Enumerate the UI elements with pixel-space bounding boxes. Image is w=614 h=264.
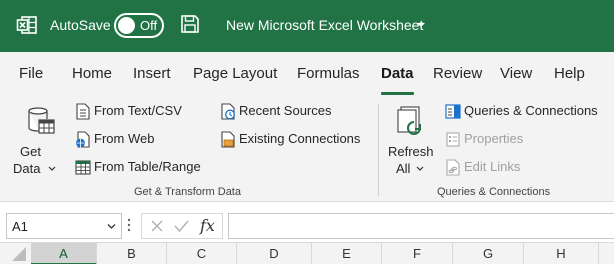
from-web-label: From Web [94, 131, 155, 146]
tab-review[interactable]: Review [433, 65, 482, 82]
properties-button[interactable]: Properties [445, 130, 545, 150]
from-table-range-button[interactable]: From Table/Range [75, 158, 205, 178]
column-header-f[interactable]: F [382, 243, 453, 264]
tab-home[interactable]: Home [72, 65, 112, 82]
chevron-down-icon [48, 166, 56, 171]
more-options-icon[interactable] [127, 216, 131, 234]
group-divider [378, 104, 379, 196]
edit-links-icon [446, 159, 460, 176]
from-text-csv-label: From Text/CSV [94, 103, 182, 118]
cancel-icon[interactable] [150, 219, 164, 233]
select-all-corner[interactable] [0, 243, 31, 264]
autosave-label: AutoSave [50, 17, 111, 33]
autosave-state: Off [140, 18, 158, 33]
tab-data[interactable]: Data [381, 65, 414, 82]
group-label-queries-connections: Queries & Connections [437, 186, 551, 198]
web-file-icon [76, 131, 90, 148]
column-header-a[interactable]: A [31, 243, 97, 264]
chevron-down-icon [416, 166, 424, 171]
formula-bar: A1 fx [0, 202, 614, 242]
text-file-icon [76, 103, 90, 120]
queries-panel-icon [445, 104, 461, 119]
column-header-b[interactable]: B [97, 243, 167, 264]
ribbon-data-panel: Get Data From Text/CSV From Web From Tab… [0, 98, 614, 202]
excel-logo-icon[interactable] [16, 14, 38, 36]
refresh-all-label-line1: Refresh [388, 144, 434, 159]
existing-connections-button[interactable]: Existing Connections [220, 130, 365, 150]
ribbon-tabs: File Home Insert Page Layout Formulas Da… [0, 52, 614, 98]
column-header-h[interactable]: H [524, 243, 599, 264]
tab-view[interactable]: View [500, 65, 532, 82]
chevron-down-icon[interactable] [417, 23, 425, 27]
formula-input[interactable] [228, 213, 614, 239]
column-header-e[interactable]: E [312, 243, 382, 264]
toggle-knob [118, 17, 135, 34]
from-text-csv-button[interactable]: From Text/CSV [75, 102, 190, 122]
autosave-toggle[interactable]: Off [114, 13, 164, 38]
name-box[interactable]: A1 [6, 213, 122, 239]
name-box-value: A1 [12, 219, 28, 234]
edit-links-label: Edit Links [464, 159, 521, 174]
tab-formulas[interactable]: Formulas [297, 65, 360, 82]
save-icon[interactable] [179, 13, 201, 35]
from-table-range-label: From Table/Range [94, 159, 201, 174]
recent-clock-icon [221, 103, 235, 120]
get-data-label-line1: Get [20, 144, 41, 159]
column-header-d[interactable]: D [237, 243, 312, 264]
group-label-get-transform: Get & Transform Data [134, 186, 241, 198]
column-headers: A B C D E F G H [0, 242, 614, 264]
refresh-all-button[interactable]: Refresh All [386, 104, 436, 182]
tab-page-layout[interactable]: Page Layout [193, 65, 277, 82]
edit-links-button[interactable]: Edit Links [445, 158, 545, 178]
active-tab-indicator [381, 92, 414, 95]
chevron-down-icon[interactable] [107, 223, 116, 230]
properties-icon [446, 132, 460, 147]
confirm-icon[interactable] [174, 219, 189, 233]
get-data-label-line2: Data [13, 161, 41, 176]
from-web-button[interactable]: From Web [75, 130, 165, 150]
refresh-all-label-line2: All [396, 161, 411, 176]
column-header-g[interactable]: G [453, 243, 524, 264]
column-header-c[interactable]: C [167, 243, 237, 264]
insert-function-icon[interactable]: fx [200, 216, 215, 235]
properties-label: Properties [464, 131, 524, 146]
database-table-icon [28, 107, 55, 134]
tab-help[interactable]: Help [554, 65, 585, 82]
get-data-button[interactable]: Get Data [10, 104, 66, 182]
formula-buttons: fx [141, 213, 223, 239]
queries-connections-button[interactable]: Queries & Connections [445, 102, 613, 122]
tab-insert[interactable]: Insert [133, 65, 171, 82]
queries-connections-label: Queries & Connections [464, 103, 598, 118]
title-bar: AutoSave Off New Microsoft Excel Workshe… [0, 0, 614, 52]
tab-file[interactable]: File [19, 65, 43, 82]
recent-sources-label: Recent Sources [239, 103, 332, 118]
connections-file-icon [221, 131, 235, 148]
existing-connections-label: Existing Connections [239, 131, 361, 146]
recent-sources-button[interactable]: Recent Sources [220, 102, 340, 122]
table-icon [75, 160, 91, 175]
refresh-icon [397, 106, 421, 135]
document-title[interactable]: New Microsoft Excel Worksheet [226, 17, 423, 33]
